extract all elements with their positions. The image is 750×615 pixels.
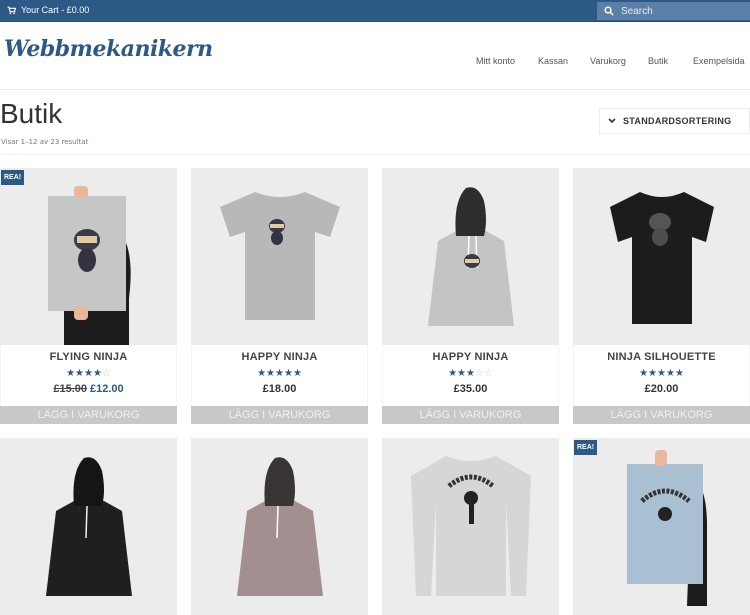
star-rating: ★★★★★ (639, 368, 684, 379)
hoodie-image (45, 457, 132, 596)
product-name[interactable]: HAPPY NINJA (192, 345, 367, 365)
top-bar: Your Cart - £0.00 (0, 0, 750, 22)
sort-dropdown[interactable]: STANDARDSORTERING (599, 108, 750, 134)
search-icon (604, 6, 614, 16)
product-card (0, 438, 177, 615)
product-card (382, 438, 559, 615)
cart-icon (7, 6, 16, 14)
product-image[interactable] (191, 438, 368, 615)
hoodie-image (236, 457, 323, 596)
tshirt-image (219, 192, 340, 320)
star-rating: ★★★★★ (257, 368, 302, 379)
cart-label: Your Cart - £0.00 (21, 5, 90, 15)
product-name[interactable]: HAPPY NINJA (383, 345, 558, 365)
nav-exempelsida[interactable]: Exempelsida (693, 56, 745, 66)
product-name[interactable]: FLYING NINJA (1, 345, 176, 365)
product-image[interactable] (382, 168, 559, 345)
product-image[interactable] (191, 168, 368, 345)
product-card: HAPPY NINJA ★★★★★ £18.00 LÄGG I VARUKORG (191, 168, 368, 424)
add-to-cart-button[interactable]: LÄGG I VARUKORG (0, 406, 177, 424)
product-image[interactable] (573, 168, 750, 345)
cart-link[interactable]: Your Cart - £0.00 (7, 5, 89, 15)
product-card: REA! (573, 438, 750, 615)
nav-kassan[interactable]: Kassan (538, 56, 568, 66)
product-card: NINJA SILHOUETTE ★★★★★ £20.00 LÄGG I VAR… (573, 168, 750, 424)
product-price: £20.00 (644, 383, 679, 395)
search-input[interactable] (621, 5, 741, 17)
sale-badge: REA! (1, 170, 25, 185)
search-box[interactable] (597, 2, 750, 20)
poster-image (626, 450, 707, 606)
site-header: Webbmekanikern Mitt konto Kassan Varukor… (0, 22, 750, 90)
star-rating: ★★★☆☆ (448, 368, 493, 379)
sale-badge: REA! (574, 440, 598, 455)
old-price: £15.00 (53, 383, 87, 395)
result-count: Visar 1–12 av 23 resultat (1, 138, 89, 146)
star-rating: ★★★★☆ (66, 368, 111, 379)
product-name[interactable]: NINJA SILHOUETTE (574, 345, 749, 365)
nav-varukorg[interactable]: Varukorg (590, 56, 626, 66)
sort-label: STANDARDSORTERING (623, 116, 732, 126)
product-image[interactable] (0, 438, 177, 615)
divider (0, 154, 750, 155)
site-logo[interactable]: Webbmekanikern (4, 36, 213, 62)
add-to-cart-button[interactable]: LÄGG I VARUKORG (191, 406, 368, 424)
nav-mitt-konto[interactable]: Mitt konto (476, 56, 515, 66)
product-image[interactable]: REA! (0, 168, 177, 345)
product-price: £35.00 (453, 383, 488, 395)
sale-price: £12.00 (90, 383, 124, 395)
product-card: REA! FLYING NINJA ★★★★☆ £15.00 £12.00 LÄG… (0, 168, 177, 424)
product-price: £18.00 (262, 383, 297, 395)
tshirt-image (609, 192, 714, 324)
add-to-cart-button[interactable]: LÄGG I VARUKORG (382, 406, 559, 424)
product-card (191, 438, 368, 615)
poster-image (47, 186, 131, 345)
product-image[interactable]: REA! (573, 438, 750, 615)
nav-butik[interactable]: Butik (648, 56, 668, 66)
product-image[interactable] (382, 438, 559, 615)
chevron-down-icon (608, 118, 616, 124)
longsleeve-image (410, 456, 531, 596)
page-title: Butik (0, 98, 63, 129)
product-price: £15.00 £12.00 (1, 383, 176, 395)
add-to-cart-button[interactable]: LÄGG I VARUKORG (573, 406, 750, 424)
hoodie-image (427, 187, 514, 326)
product-card: HAPPY NINJA ★★★☆☆ £35.00 LÄGG I VARUKORG (382, 168, 559, 424)
